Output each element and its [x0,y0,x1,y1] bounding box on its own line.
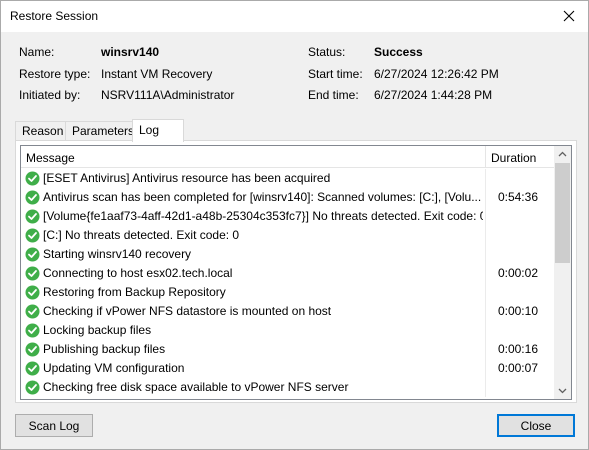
log-duration: 0:54:36 [497,190,538,204]
log-message: Connecting to host esx02.tech.local [43,266,233,280]
start-time-value: 6/27/2024 12:26:42 PM [374,67,499,81]
success-check-icon [25,323,40,338]
success-check-icon [25,266,40,281]
scroll-down-button[interactable] [554,382,571,399]
log-message: Checking free disk space available to vP… [43,380,349,394]
vertical-scrollbar[interactable] [554,146,571,399]
column-separator [485,207,486,226]
restore-type-value: Instant VM Recovery [101,67,213,81]
success-check-icon [25,209,40,224]
column-header-message[interactable]: Message [26,151,75,165]
table-row[interactable]: Checking free disk space available to vP… [21,378,554,397]
log-message: Antivirus scan has been completed for [w… [43,190,482,204]
table-row[interactable]: Publishing backup files 0:00:16 [21,340,554,359]
chevron-up-icon [558,151,567,157]
tab-log[interactable]: Log [132,119,184,142]
name-label: Name: [19,45,55,59]
end-time-label: End time: [308,88,359,102]
title-bar: Restore Session [1,1,588,32]
table-row[interactable]: [Volume{fe1aaf73-4aff-42d1-a48b-25304c35… [21,207,554,226]
table-row[interactable]: [C:] No threats detected. Exit code: 0 [21,226,554,245]
table-row[interactable]: Connecting to host esx02.tech.local 0:00:… [21,264,554,283]
window-title: Restore Session [10,9,99,23]
table-row[interactable]: Antivirus scan has been completed for [w… [21,188,554,207]
table-row[interactable]: Locking backup files [21,321,554,340]
log-duration: 0:00:07 [497,361,538,375]
table-row[interactable]: Updating VM configuration 0:00:07 [21,359,554,378]
success-check-icon [25,190,40,205]
tab-parameters[interactable]: Parameters [65,121,134,141]
column-separator [485,283,486,302]
log-message: Locking backup files [43,323,152,337]
start-time-label: Start time: [308,67,363,81]
scroll-up-button[interactable] [554,146,571,163]
chevron-down-icon [558,388,567,394]
close-window-button[interactable] [558,5,580,27]
name-value: winsrv140 [101,45,160,59]
success-check-icon [25,342,40,357]
log-message: Restoring from Backup Repository [43,285,226,299]
column-separator [485,245,486,264]
close-icon [563,10,575,22]
column-header-duration[interactable]: Duration [491,151,536,165]
status-label: Status: [308,45,346,59]
table-row[interactable]: Starting winsrv140 recovery [21,245,554,264]
column-separator [485,226,486,245]
log-message: Starting winsrv140 recovery [43,247,192,261]
grid-header: Message Duration [21,146,554,168]
log-duration: 0:00:02 [497,266,538,280]
table-row[interactable]: [ESET Antivirus] Antivirus resource has … [21,169,554,188]
log-grid: Message Duration [ESET Antivirus] Antivi… [20,145,572,400]
scroll-thumb[interactable] [555,163,570,263]
success-check-icon [25,304,40,319]
log-message: Updating VM configuration [43,361,185,375]
success-check-icon [25,285,40,300]
restore-type-label: Restore type: [19,67,91,81]
restore-session-window: Restore Session Name: winsrv140 Restore … [0,0,589,450]
log-message: Checking if vPower NFS datastore is moun… [43,304,332,318]
table-row[interactable]: Checking if vPower NFS datastore is moun… [21,302,554,321]
column-separator [485,169,486,188]
column-separator [485,321,486,340]
log-duration: 0:00:16 [497,342,538,356]
initiated-by-label: Initiated by: [19,88,81,102]
log-duration: 0:00:10 [497,304,538,318]
initiated-by-value: NSRV111A\Administrator [101,88,235,102]
tab-reason[interactable]: Reason [15,121,66,141]
end-time-value: 6/27/2024 1:44:28 PM [374,88,493,102]
success-check-icon [25,361,40,376]
success-check-icon [25,171,40,186]
scan-log-button[interactable]: Scan Log [15,414,93,437]
log-message: [ESET Antivirus] Antivirus resource has … [43,171,331,185]
table-row[interactable]: Restoring from Backup Repository [21,283,554,302]
log-message: Publishing backup files [43,342,166,356]
success-check-icon [25,228,40,243]
log-tab-panel: Message Duration [ESET Antivirus] Antivi… [15,140,577,403]
success-check-icon [25,380,40,395]
log-rows: [ESET Antivirus] Antivirus resource has … [21,169,554,397]
column-separator [485,146,486,168]
log-message: [C:] No threats detected. Exit code: 0 [43,228,240,242]
column-separator [485,378,486,397]
close-button[interactable]: Close [497,414,575,437]
log-message: [Volume{fe1aaf73-4aff-42d1-a48b-25304c35… [43,209,483,223]
status-value: Success [374,45,423,59]
success-check-icon [25,247,40,262]
